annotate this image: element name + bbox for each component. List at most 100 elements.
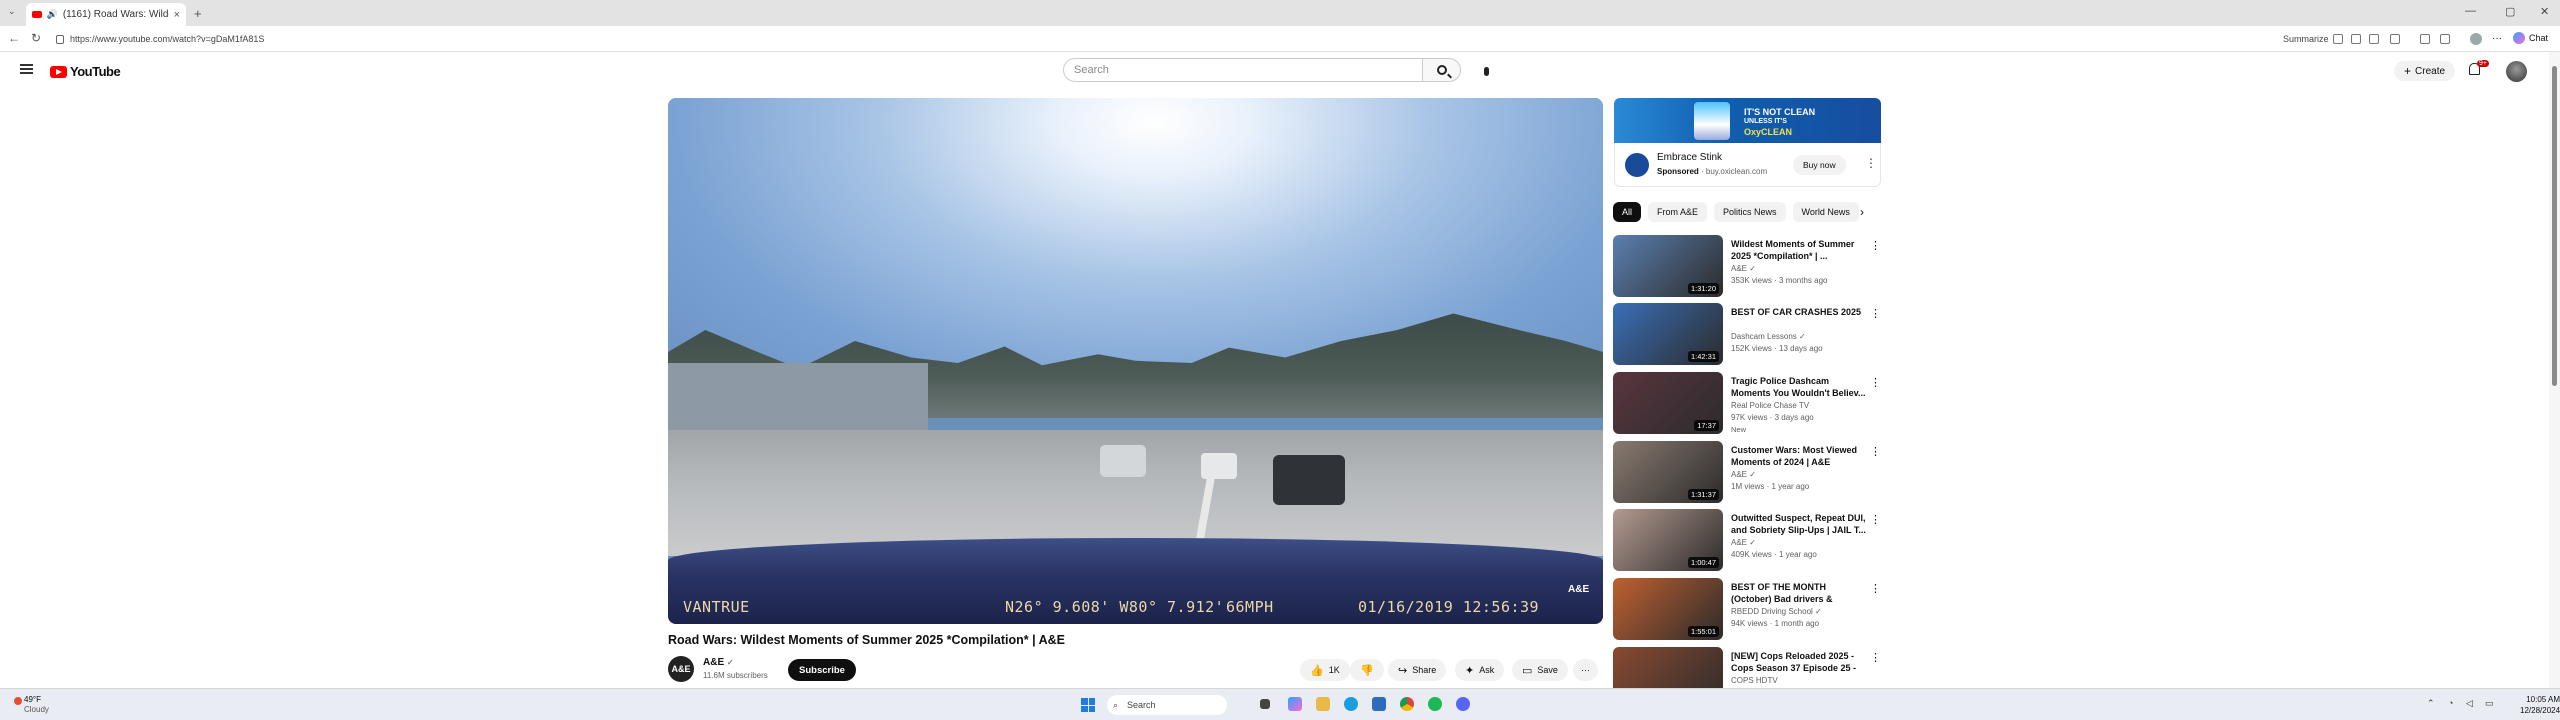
channel-avatar[interactable]: A&E	[668, 656, 694, 682]
menu-icon[interactable]	[20, 64, 33, 74]
copilot-app-icon[interactable]	[1288, 697, 1302, 711]
dislike-button[interactable]: 👎	[1350, 659, 1384, 681]
voice-search-icon[interactable]	[1476, 61, 1496, 81]
more-actions-button[interactable]: ···	[1573, 659, 1598, 681]
filter-chips: All From A&E Politics News World News	[1613, 202, 1859, 222]
back-icon[interactable]: ←	[8, 31, 20, 45]
browser-tab-active[interactable]: 🔊 (1161) Road Wars: Wildest M... ×	[26, 3, 186, 26]
recommendation-more-icon[interactable]: ⋮	[1870, 307, 1881, 320]
search-button[interactable]	[1423, 58, 1461, 82]
recommendation-channel[interactable]: RBEDD Driving School ✓	[1731, 607, 1822, 616]
favorite-star-icon[interactable]	[2369, 34, 2379, 44]
scrollbar-thumb[interactable]	[2552, 66, 2557, 386]
duration-badge: 1:42:31	[1687, 351, 1719, 362]
start-icon[interactable]	[1081, 698, 1095, 712]
youtube-header: YouTube Search + Create 9+	[0, 52, 2548, 92]
new-tab-icon[interactable]: +	[194, 6, 202, 21]
taskbar-search[interactable]: ⌕ Search	[1107, 695, 1227, 715]
profile-avatar[interactable]	[2470, 33, 2482, 45]
summarize-button[interactable]: Summarize	[2283, 34, 2329, 44]
recommendation-title[interactable]: BEST OF THE MONTH (October) Bad drivers …	[1731, 581, 1866, 605]
ad-more-icon[interactable]: ⋮	[1865, 157, 1877, 169]
explorer-icon[interactable]	[1316, 697, 1330, 711]
save-button[interactable]: ▭ Save	[1512, 659, 1568, 681]
maximize-icon[interactable]: ▢	[2505, 5, 2515, 18]
chip-from-ae[interactable]: From A&E	[1648, 202, 1708, 222]
favorites-icon[interactable]	[2420, 34, 2430, 44]
recommendation-title[interactable]: Tragic Police Dashcam Moments You Wouldn…	[1731, 375, 1866, 399]
ad-banner[interactable]: IT'S NOT CLEAN UNLESS IT'S OxyCLEAN	[1614, 98, 1881, 143]
recommendation-more-icon[interactable]: ⋮	[1870, 651, 1881, 664]
recommendation-title[interactable]: Wildest Moments of Summer 2025 *Compilat…	[1731, 238, 1866, 262]
recommendation-more-icon[interactable]: ⋮	[1870, 239, 1881, 252]
subscribe-button[interactable]: Subscribe	[788, 659, 856, 681]
ask-button[interactable]: ✦ Ask	[1455, 659, 1505, 681]
recommendation-thumbnail[interactable]: 1:00:47	[1613, 509, 1723, 571]
collections-icon[interactable]	[2440, 34, 2450, 44]
recommendation-channel[interactable]: A&E ✓	[1731, 470, 1756, 479]
recommendation-item[interactable]: 17:37 Tragic Police Dashcam Moments You W…	[1613, 372, 1883, 436]
tray-chevron-icon[interactable]: ⌃	[2427, 698, 2435, 709]
recommendation-item[interactable]: 1:42:31 BEST OF CAR CRASHES 2025 Dashcam L…	[1613, 303, 1883, 367]
copilot-button[interactable]: Chat	[2513, 32, 2548, 44]
split-screen-icon[interactable]	[2390, 34, 2400, 44]
recommendation-item[interactable]: 1:00:47 Outwitted Suspect, Repeat DUI, an…	[1613, 509, 1883, 573]
taskview-icon[interactable]	[1260, 699, 1270, 709]
edge-icon[interactable]	[1344, 697, 1358, 711]
battery-icon[interactable]: ▭	[2485, 698, 2494, 709]
share-button[interactable]: ↪ Share	[1388, 659, 1447, 681]
recommendation-thumbnail[interactable]: 17:37	[1613, 372, 1723, 434]
close-window-icon[interactable]: ✕	[2540, 5, 2549, 18]
network-icon[interactable]: ◔	[2448, 698, 2453, 708]
channel-name[interactable]: A&E ✓	[703, 657, 734, 668]
extension-icon[interactable]	[2333, 34, 2343, 44]
recommendation-more-icon[interactable]: ⋮	[1870, 445, 1881, 458]
chip-politics-news[interactable]: Politics News	[1714, 202, 1786, 222]
reader-icon[interactable]	[2351, 34, 2361, 44]
ad-info[interactable]: Embrace Stink Sponsored · buy.oxiclean.c…	[1614, 143, 1881, 187]
url-field[interactable]: https://www.youtube.com/watch?v=gDaM1fA8…	[56, 30, 2276, 48]
browser-tab-bar: ⌄ 🔊 (1161) Road Wars: Wildest M... × + —…	[0, 0, 2560, 26]
refresh-icon[interactable]: ↻	[31, 31, 41, 45]
recommendation-channel[interactable]: A&E ✓	[1731, 538, 1756, 547]
recommendation-thumbnail[interactable]: 1:31:37	[1613, 441, 1723, 503]
recommendation-title[interactable]: [NEW] Cops Reloaded 2025 - Cops Season 3…	[1731, 650, 1866, 674]
recommendation-more-icon[interactable]: ⋮	[1870, 376, 1881, 389]
recommendation-channel[interactable]: A&E ✓	[1731, 264, 1756, 273]
tab-list-icon[interactable]: ⌄	[8, 6, 16, 17]
store-icon[interactable]	[1372, 697, 1386, 711]
minimize-icon[interactable]: —	[2465, 5, 2476, 17]
recommendation-item[interactable]: 1:31:37 Customer Wars: Most Viewed Moment…	[1613, 441, 1883, 505]
recommendation-channel[interactable]: Dashcam Lessons ✓	[1731, 332, 1806, 341]
youtube-logo[interactable]: YouTube	[50, 64, 121, 79]
video-player[interactable]: VANTRUE N26° 9.608' W80° 7.912' 66MPH 01…	[668, 98, 1603, 624]
recommendation-title[interactable]: Outwitted Suspect, Repeat DUI, and Sobri…	[1731, 512, 1866, 536]
buy-now-button[interactable]: Buy now	[1793, 155, 1846, 175]
chrome-icon[interactable]	[1400, 697, 1414, 711]
chip-all[interactable]: All	[1613, 202, 1642, 222]
spotify-icon[interactable]	[1428, 697, 1442, 711]
recommendation-thumbnail[interactable]: 1:42:31	[1613, 303, 1723, 365]
recommendation-item[interactable]: 1:31:20 Wildest Moments of Summer 2025 *C…	[1613, 235, 1883, 299]
recommendation-item[interactable]: 1:55:01 BEST OF THE MONTH (October) Bad d…	[1613, 578, 1883, 642]
recommendation-more-icon[interactable]: ⋮	[1870, 582, 1881, 595]
chip-world-news[interactable]: World News	[1792, 202, 1859, 222]
taskbar-clock[interactable]: 10:05 AM 12/28/2024	[2520, 694, 2560, 716]
more-menu-icon[interactable]: ···	[2492, 33, 2502, 44]
recommendation-channel[interactable]: Real Police Chase TV	[1731, 401, 1809, 410]
weather-widget[interactable]: 49°F Cloudy	[14, 695, 49, 715]
recommendation-title[interactable]: Customer Wars: Most Viewed Moments of 20…	[1731, 444, 1866, 468]
recommendation-more-icon[interactable]: ⋮	[1870, 513, 1881, 526]
volume-icon[interactable]: ◁	[2466, 698, 2473, 709]
recommendation-channel[interactable]: COPS HDTV	[1731, 676, 1778, 685]
recommendation-thumbnail[interactable]: 1:31:20	[1613, 235, 1723, 297]
create-button[interactable]: + Create	[2394, 61, 2456, 81]
like-button[interactable]: 👍 1K	[1300, 659, 1350, 681]
search-input[interactable]: Search	[1063, 58, 1423, 82]
chevron-right-icon[interactable]: ›	[1860, 205, 1864, 219]
recommendation-title[interactable]: BEST OF CAR CRASHES 2025	[1731, 306, 1866, 318]
recommendation-thumbnail[interactable]: 1:55:01	[1613, 578, 1723, 640]
discord-icon[interactable]	[1456, 697, 1470, 711]
close-tab-icon[interactable]: ×	[174, 9, 180, 21]
user-avatar[interactable]	[2506, 61, 2527, 82]
